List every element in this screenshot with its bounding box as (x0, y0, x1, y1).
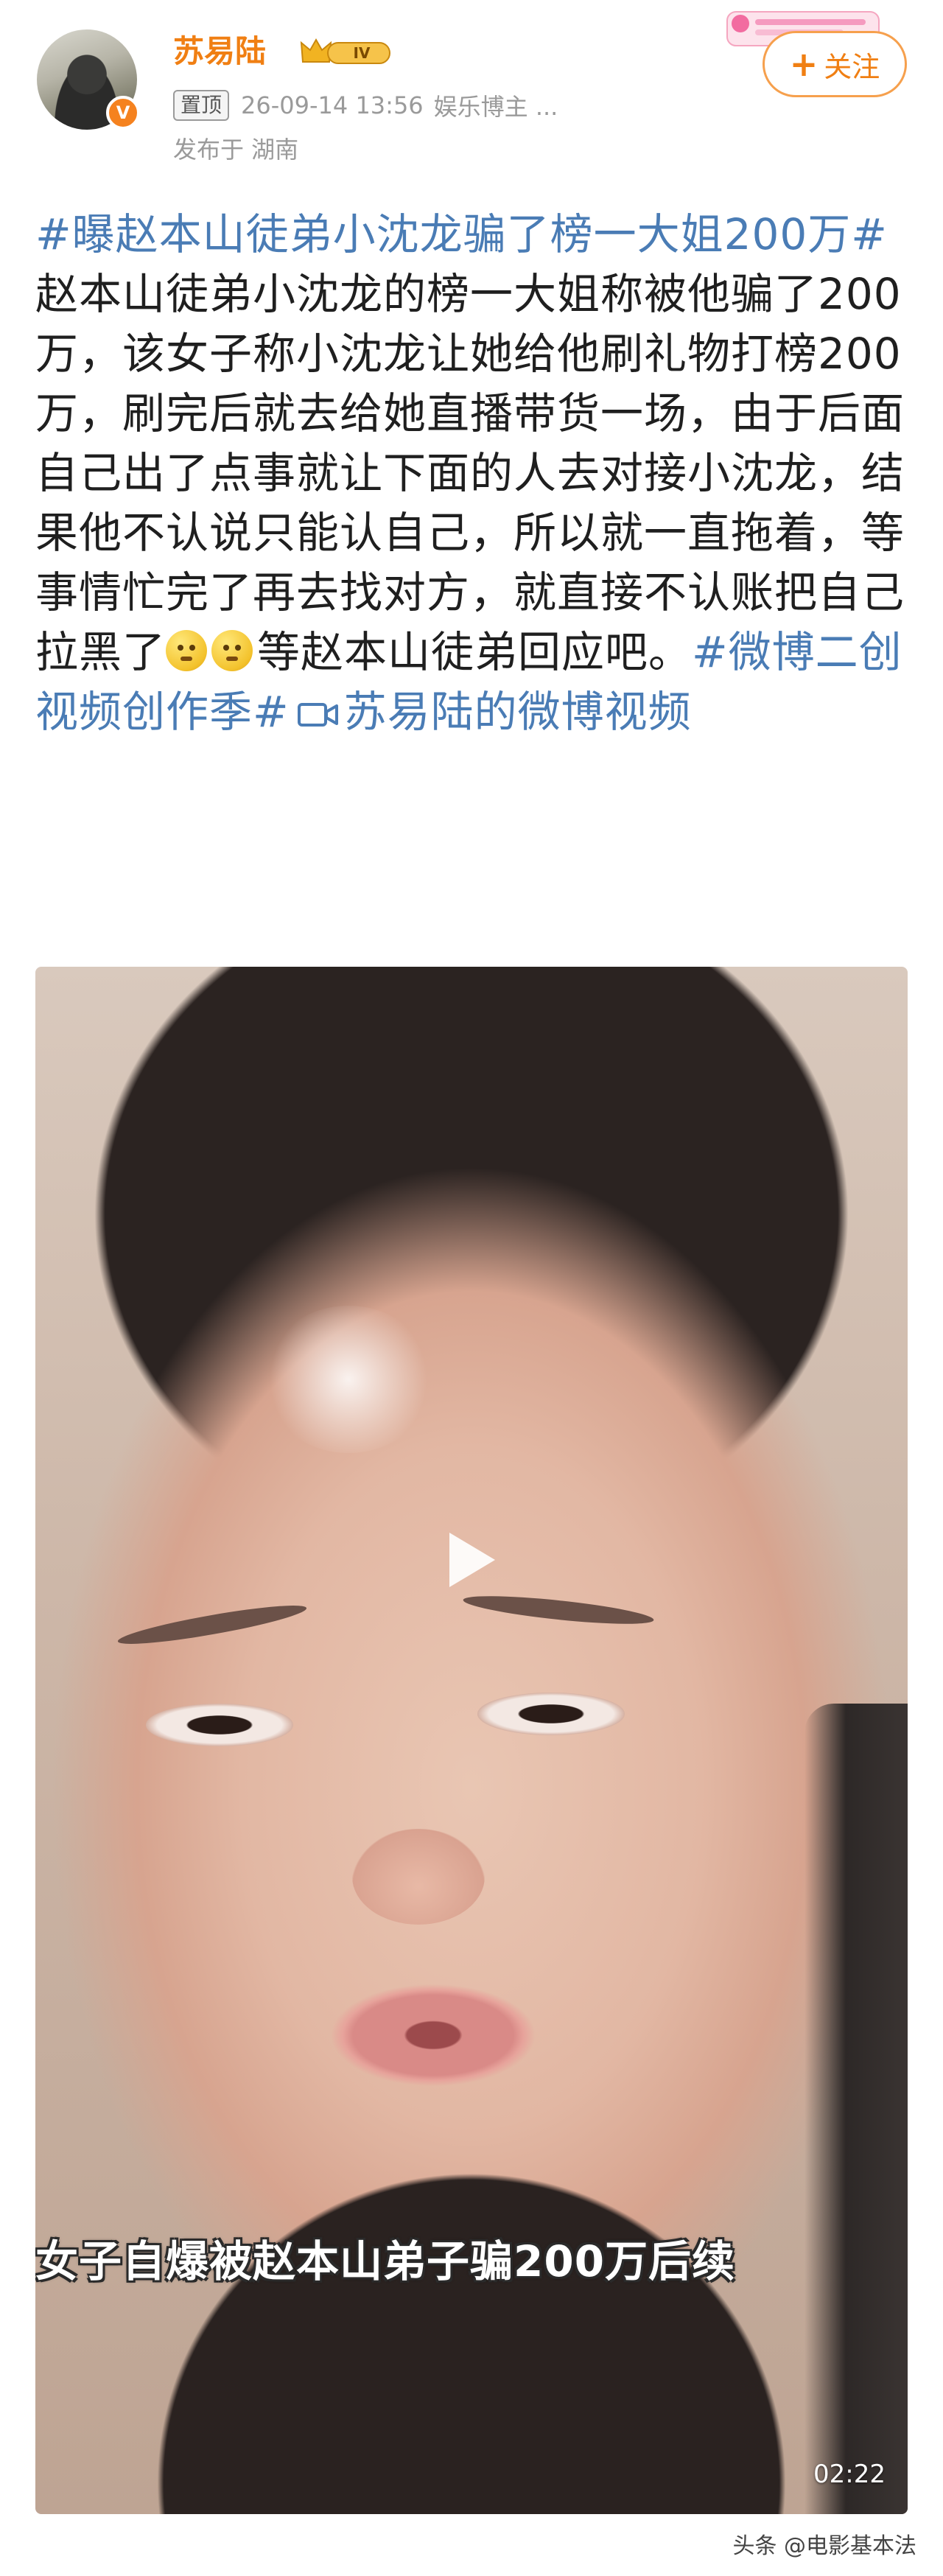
source-watermark: 头条 @电影基本法 (732, 2533, 916, 2559)
video-frame-detail (330, 1984, 536, 2087)
post-location: 发布于 湖南 (173, 136, 299, 164)
video-camera-icon (297, 703, 338, 727)
video-frame-detail (116, 1598, 309, 1651)
vip-crown-icon[interactable]: IV (298, 35, 393, 68)
emoji-thinking-icon (166, 630, 208, 671)
emoji-thinking-icon (211, 630, 253, 671)
video-duration: 02:22 (813, 2460, 886, 2489)
level-badge-text: IV (354, 44, 371, 62)
post-timestamp: 26-09-14 13:56 (241, 91, 424, 119)
plus-icon: + (789, 44, 818, 84)
video-frame-detail (264, 1306, 433, 1453)
video-frame-detail (477, 1693, 625, 1735)
post-meta: 置顶 26-09-14 13:56 娱乐博主 ... (173, 87, 558, 124)
follow-label: 关注 (824, 50, 880, 83)
video-frame-detail (146, 1704, 293, 1746)
post-header: V 苏易陆 IV 置顶 26-09-14 13:56 娱乐博主 ... 发布于 … (0, 0, 943, 192)
pinned-tag: 置顶 (173, 90, 230, 121)
video-frame-detail (462, 1590, 655, 1630)
author-name[interactable]: 苏易陆 (173, 29, 266, 74)
follow-button[interactable]: + 关注 (763, 31, 907, 97)
video-frame-detail (804, 1704, 908, 2514)
video-frame-detail (352, 1829, 485, 1925)
post-body: 赵本山徒弟小沈龙的榜一大姐称被他骗了200万，该女子称小沈龙让她给他刷礼物打榜2… (35, 269, 905, 677)
video-subtitle: 女子自爆被赵本山弟子骗200万后续 (35, 2236, 736, 2286)
post-body-tail: 等赵本山徒弟回应吧。 (257, 627, 693, 677)
verified-v-icon: V (106, 96, 140, 130)
hashtag-link[interactable]: #曝赵本山徒弟小沈龙骗了榜一大姐200万# (35, 209, 888, 259)
author-title: 娱乐博主 ... (433, 93, 558, 121)
video-link[interactable]: 苏易陆的微博视频 (344, 687, 692, 737)
video-player[interactable]: 女子自爆被赵本山弟子骗200万后续 02:22 (35, 967, 908, 2514)
post-content: #曝赵本山徒弟小沈龙骗了榜一大姐200万# 赵本山徒弟小沈龙的榜一大姐称被他骗了2… (35, 205, 912, 742)
play-icon[interactable] (436, 1527, 502, 1593)
